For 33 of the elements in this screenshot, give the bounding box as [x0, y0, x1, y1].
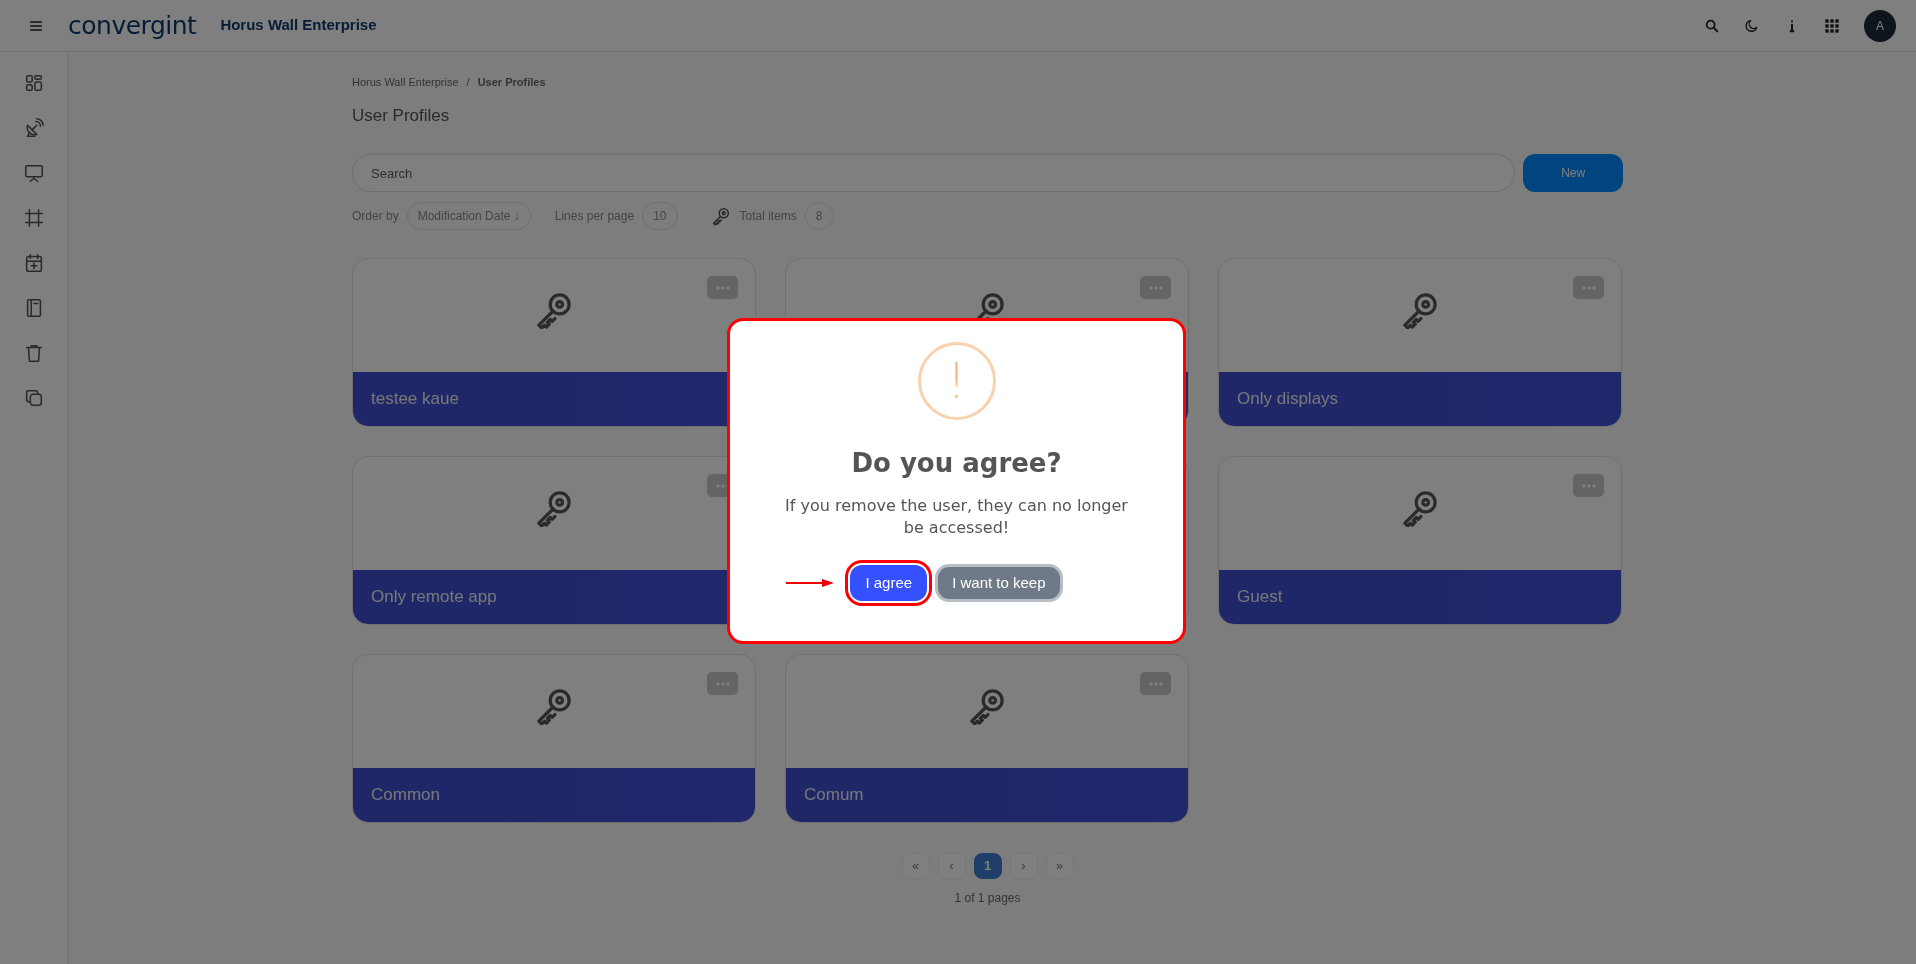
new-button[interactable]: New — [1523, 154, 1623, 192]
profile-name: Guest — [1237, 586, 1283, 609]
breadcrumb-separator: / — [466, 75, 470, 90]
dialog-message: If you remove the user, they can no longer be accessed! — [784, 495, 1129, 540]
page-button[interactable]: 1 — [973, 853, 1002, 879]
keep-button[interactable]: I want to keep — [935, 563, 1063, 603]
profile-name: Only displays — [1237, 388, 1339, 411]
profile-card[interactable]: Common — [352, 654, 756, 823]
pagination-summary: 1 of 1 pages — [954, 890, 1021, 907]
first-page-button[interactable]: « — [901, 853, 930, 879]
profile-name: Common — [371, 784, 440, 807]
lines-per-page-label: Lines per page — [554, 208, 635, 225]
total-items-label: Total items — [739, 208, 797, 225]
profile-card[interactable]: Guest — [1218, 456, 1622, 625]
profile-name: Only remote app — [371, 586, 497, 609]
profile-name: testee kaue — [371, 388, 459, 411]
next-page-button[interactable]: › — [1009, 853, 1038, 879]
logo: convergint — [68, 13, 197, 38]
breadcrumb-current: User Profiles — [477, 75, 546, 90]
breadcrumb-link[interactable]: Horus Wall Enterprise — [352, 74, 459, 91]
avatar[interactable]: A — [1864, 9, 1896, 42]
warning-icon: ! — [917, 342, 996, 420]
profile-name: Comum — [804, 784, 864, 807]
order-by-label: Order by — [352, 208, 399, 225]
page-title: User Profiles — [352, 104, 451, 127]
last-page-button[interactable]: » — [1045, 853, 1074, 879]
previous-page-button[interactable]: ‹ — [937, 853, 966, 879]
app-name: Horus Wall Enterprise — [220, 15, 377, 36]
profile-card[interactable]: Comum — [785, 654, 1189, 823]
dialog-title: Do you agree? — [851, 447, 1062, 480]
profile-card[interactable]: testee kaue — [352, 258, 756, 427]
profile-card[interactable]: Only displays — [1218, 258, 1622, 427]
search-field[interactable]: Search — [352, 154, 1516, 192]
